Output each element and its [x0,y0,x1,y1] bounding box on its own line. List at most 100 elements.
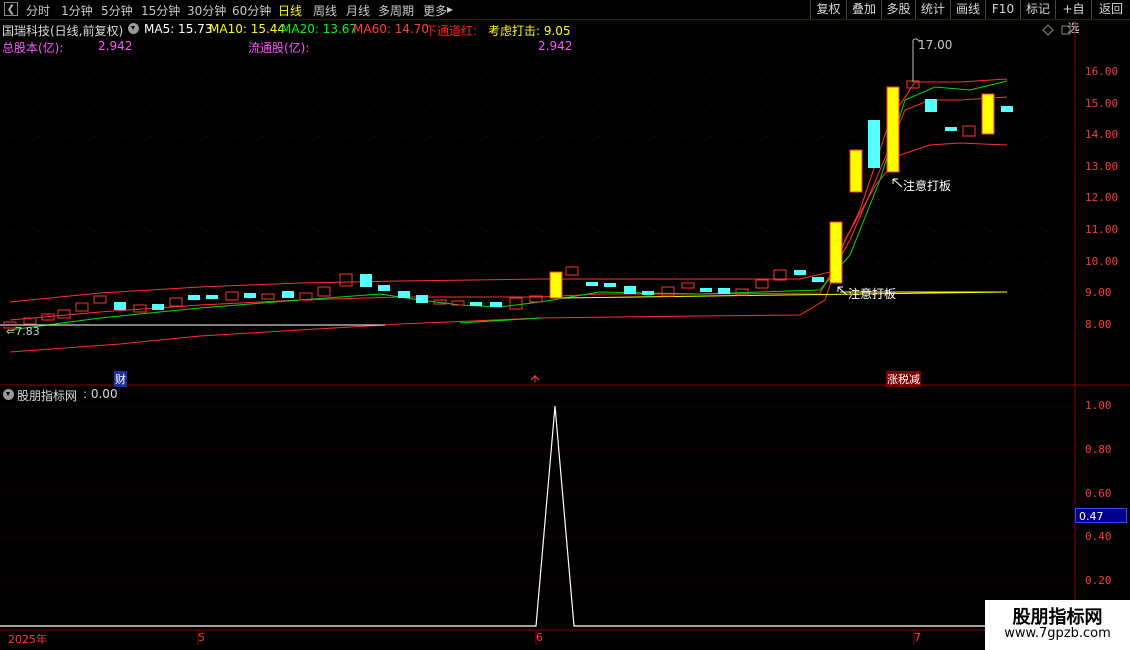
grid-dot [10,357,11,359]
grid-dot [626,199,627,201]
kline-chart[interactable] [0,0,1130,650]
grid-dot [262,167,263,169]
grid-dot [514,73,515,74]
grid-dot [486,231,487,232]
grid-dot [178,357,179,359]
grid-dot [906,136,907,138]
diamond-icon[interactable] [1042,24,1054,36]
grid-dot [318,199,319,201]
grid-dot [262,136,263,138]
candle [57,309,71,319]
grid-dot [346,294,347,296]
candle [398,291,410,298]
grid-dot [514,231,515,232]
indicator-menu-icon[interactable] [3,389,14,400]
grid-dot [822,167,823,169]
grid-dot [906,104,907,106]
grid-dot [794,136,795,138]
grid-dot [626,262,627,264]
candle [604,283,616,287]
grid-dot [38,73,39,74]
grid-dot [598,262,599,264]
candle [1001,106,1013,112]
candle [624,286,636,294]
grid-dot [1018,136,1019,138]
price-tick: 14.00 [1085,128,1119,142]
grid-dot [1046,325,1047,327]
price-limit-tag[interactable]: 涨税减 [886,371,921,387]
grid-dot [178,104,179,106]
candle [339,273,353,287]
candle [962,125,976,137]
grid-dot [598,104,599,106]
candle [565,266,579,276]
candle [509,297,523,310]
grid-dot [990,294,991,296]
grid-dot [38,262,39,264]
grid-dot [346,199,347,201]
grid-dot [374,231,375,232]
grid-dot [682,262,683,264]
grid-dot [598,357,599,359]
grid-dot [66,294,67,296]
grid-dot [346,104,347,106]
grid-dot [878,73,879,74]
grid-dot [150,199,151,201]
grid-dot [962,357,963,359]
grid-dot [710,73,711,74]
grid-dot [458,104,459,106]
grid-dot [514,167,515,169]
grid-dot [654,199,655,201]
grid-dot [178,136,179,138]
grid-dot [654,167,655,169]
grid-dot [262,104,263,106]
grid-dot [822,325,823,327]
grid-dot [570,231,571,232]
grid-dot [234,357,235,359]
grid-dot [738,136,739,138]
grid-dot [710,262,711,264]
grid-dot [262,357,263,359]
price-tick: 11.00 [1085,223,1119,236]
grid-dot [318,104,319,106]
grid-dot [878,325,879,327]
grid-dot [990,73,991,74]
grid-dot [234,136,235,138]
grid-dot [1018,325,1019,327]
candle [981,93,995,135]
candle [700,288,712,292]
grid-dot [94,325,95,327]
grid-dot [234,104,235,106]
grid-dot [710,199,711,201]
grid-dot [1046,167,1047,169]
grid-dot [178,231,179,232]
candle [755,279,769,289]
grid-dot [430,357,431,359]
grid-dot [290,325,291,327]
candle [549,271,563,299]
grid-dot [38,357,39,359]
grid-dot [906,294,907,296]
grid-dot [822,136,823,138]
grid-dot [10,104,11,106]
grid-dot [346,136,347,138]
grid-dot [346,231,347,232]
price-tick: 16.00 [1085,65,1119,78]
grid-dot [962,262,963,264]
candle [812,277,824,282]
grid-dot [626,231,627,232]
finance-tag[interactable]: 财 [114,371,127,387]
candle [188,295,200,300]
grid-dot [514,294,515,296]
grid-dot [1046,136,1047,138]
grid-dot [850,199,851,201]
candle [681,282,695,289]
restore-icon[interactable] [1061,25,1071,35]
note-label-1: 注意打板 [903,179,952,193]
note-label-2: 注意打板 [848,287,897,301]
grid-dot [990,262,991,264]
grid-dot [458,294,459,296]
grid-dot [766,136,767,138]
grid-dot [1018,104,1019,106]
grid-dot [654,231,655,232]
